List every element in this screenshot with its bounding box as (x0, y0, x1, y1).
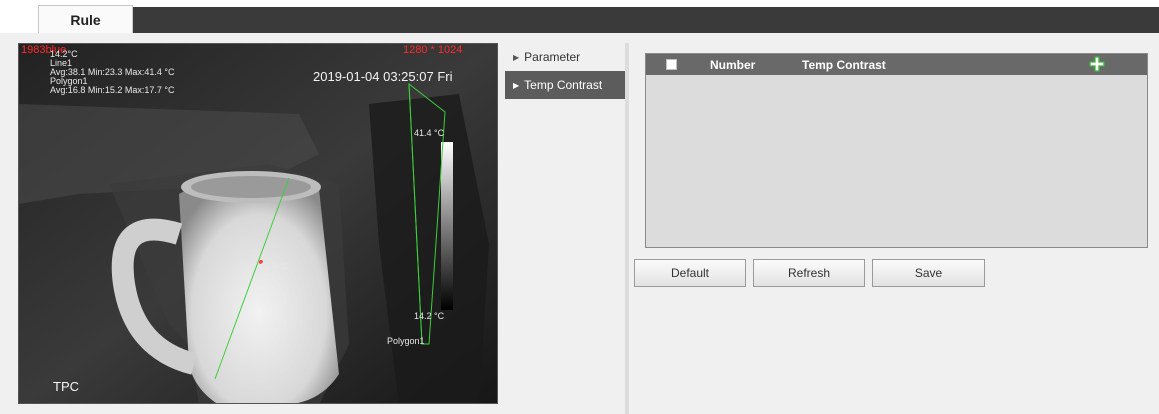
save-button[interactable]: Save (872, 259, 985, 287)
add-icon[interactable] (1089, 56, 1105, 72)
overlay-polygon-label: Polygon1 (387, 336, 425, 346)
overlay-resolution: 1280 * 1024 (403, 44, 463, 56)
menu-arrow-icon: ▶ (513, 52, 520, 62)
top-bar-fill (133, 7, 1159, 33)
refresh-button[interactable]: Refresh (753, 259, 865, 287)
column-header-temp-contrast: Temp Contrast (802, 58, 886, 72)
rule-menu: ▶ Parameter ▶ Temp Contrast (505, 43, 625, 99)
menu-item-parameter[interactable]: ▶ Parameter (505, 43, 625, 71)
menu-divider (625, 43, 629, 414)
overlay-timestamp: 2019-01-04 03:25:07 Fri (313, 69, 453, 84)
menu-item-label: Parameter (524, 50, 581, 64)
overlay-scale-min: 14.2 °C (414, 311, 445, 321)
thermal-video-preview[interactable]: 1983blue 1280 * 1024 14.2°C Line1 Avg:38… (18, 43, 498, 404)
content-area: 1983blue 1280 * 1024 14.2°C Line1 Avg:38… (0, 33, 1159, 414)
menu-item-label: Temp Contrast (524, 78, 603, 92)
overlay-scale-max: 41.4 °C (414, 128, 445, 138)
menu-item-temp-contrast[interactable]: ▶ Temp Contrast (505, 71, 625, 99)
top-bar: Rule (0, 0, 1159, 33)
overlay-polygon-stats: Avg:16.8 Min:15.2 Max:17.7 °C (50, 85, 175, 95)
default-button[interactable]: Default (634, 259, 746, 287)
table-header: Number Temp Contrast (646, 54, 1147, 75)
temp-contrast-table: Number Temp Contrast (645, 53, 1148, 248)
menu-arrow-icon: ▶ (513, 80, 520, 90)
select-all-checkbox[interactable] (666, 59, 677, 70)
column-header-number: Number (710, 58, 756, 72)
overlay-line-temp: 41.4 °C (259, 261, 290, 271)
temperature-scale-bar (441, 142, 453, 310)
overlay-line-label: Line1 (259, 271, 282, 281)
thermal-scene (19, 44, 497, 403)
overlay-channel-label: TPC (53, 379, 79, 394)
tab-rule[interactable]: Rule (38, 5, 133, 33)
